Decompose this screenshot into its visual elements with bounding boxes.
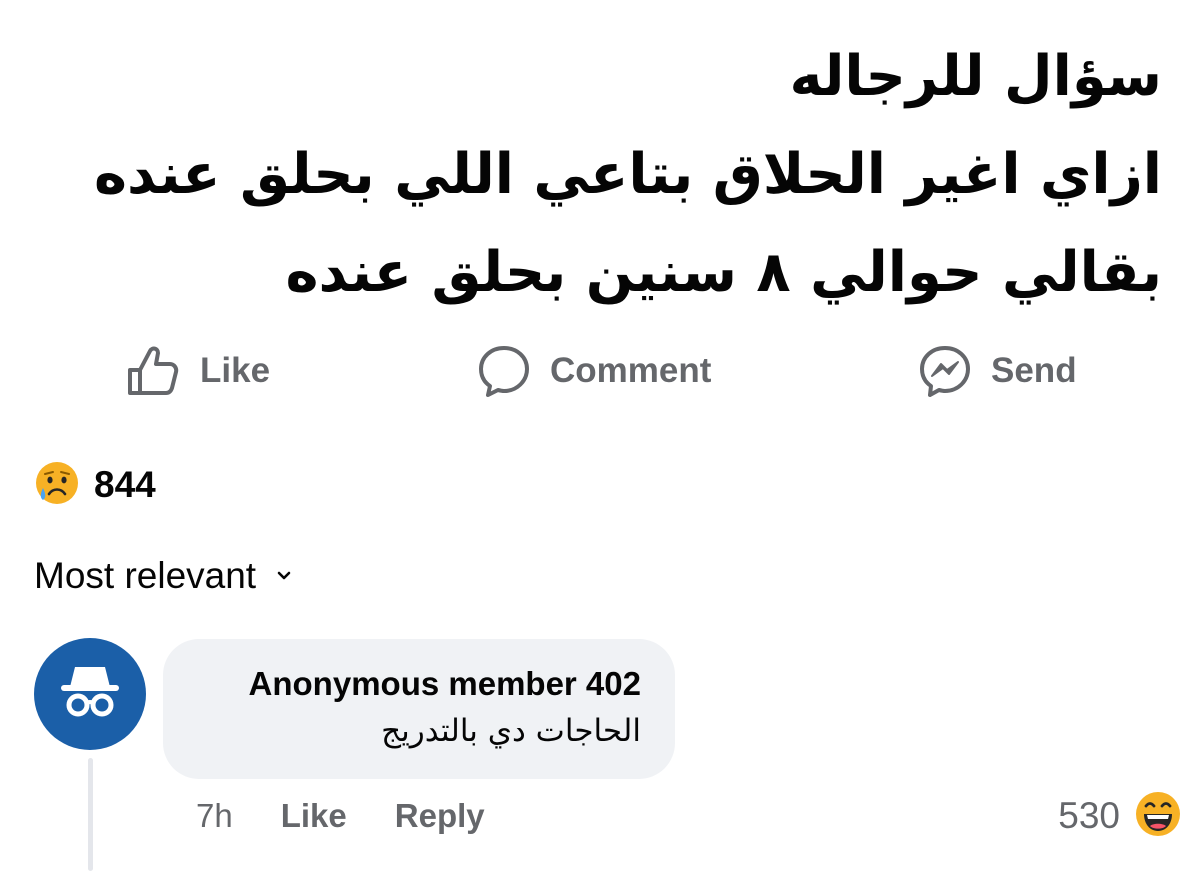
laughing-face-icon <box>1134 790 1182 842</box>
comment-bubble: Anonymous member 402 الحاجات دي بالتدريج <box>163 639 675 779</box>
post-text: سؤال للرجاله ازاي اغير الحلاق بتاعي اللي… <box>32 28 1162 322</box>
post-action-bar: Like Comment Send <box>0 336 1200 406</box>
comment-meta: 7h Like Reply <box>196 794 485 838</box>
send-label: Send <box>991 351 1077 390</box>
reaction-count: 844 <box>94 464 156 505</box>
sort-dropdown[interactable]: Most relevant <box>34 555 292 597</box>
anonymous-incognito-icon <box>55 657 125 731</box>
comment-reaction-count: 530 <box>1058 795 1120 836</box>
post-line: بقالي حوالي ٨ سنين بحلق عنده <box>285 240 1163 305</box>
like-label: Like <box>200 351 271 390</box>
send-button[interactable]: Send <box>917 336 1077 406</box>
comment-timestamp[interactable]: 7h <box>196 797 233 835</box>
comment-author[interactable]: Anonymous member 402 <box>249 665 641 703</box>
comment-reply-button[interactable]: Reply <box>395 797 485 835</box>
avatar[interactable] <box>34 638 146 750</box>
messenger-icon <box>917 343 973 399</box>
thread-line <box>88 758 93 871</box>
post-line: سؤال للرجاله <box>789 44 1162 109</box>
comment-button[interactable]: Comment <box>476 336 711 406</box>
comment-text: الحاجات دي بالتدريج <box>381 713 641 749</box>
comment-bubble-icon <box>476 343 532 399</box>
post-line: ازاي اغير الحلاق بتاعي اللي بحلق عنده <box>93 142 1162 207</box>
comment-reaction-summary[interactable]: 530 <box>1058 790 1182 842</box>
sad-face-icon <box>34 460 80 510</box>
comment-label: Comment <box>550 351 712 390</box>
chevron-down-icon <box>276 567 292 586</box>
reaction-summary[interactable]: 844 <box>34 460 156 510</box>
like-button[interactable]: Like <box>126 336 270 406</box>
sort-label: Most relevant <box>34 555 257 596</box>
thumbs-up-icon <box>126 343 182 399</box>
comment-like-button[interactable]: Like <box>281 797 347 835</box>
